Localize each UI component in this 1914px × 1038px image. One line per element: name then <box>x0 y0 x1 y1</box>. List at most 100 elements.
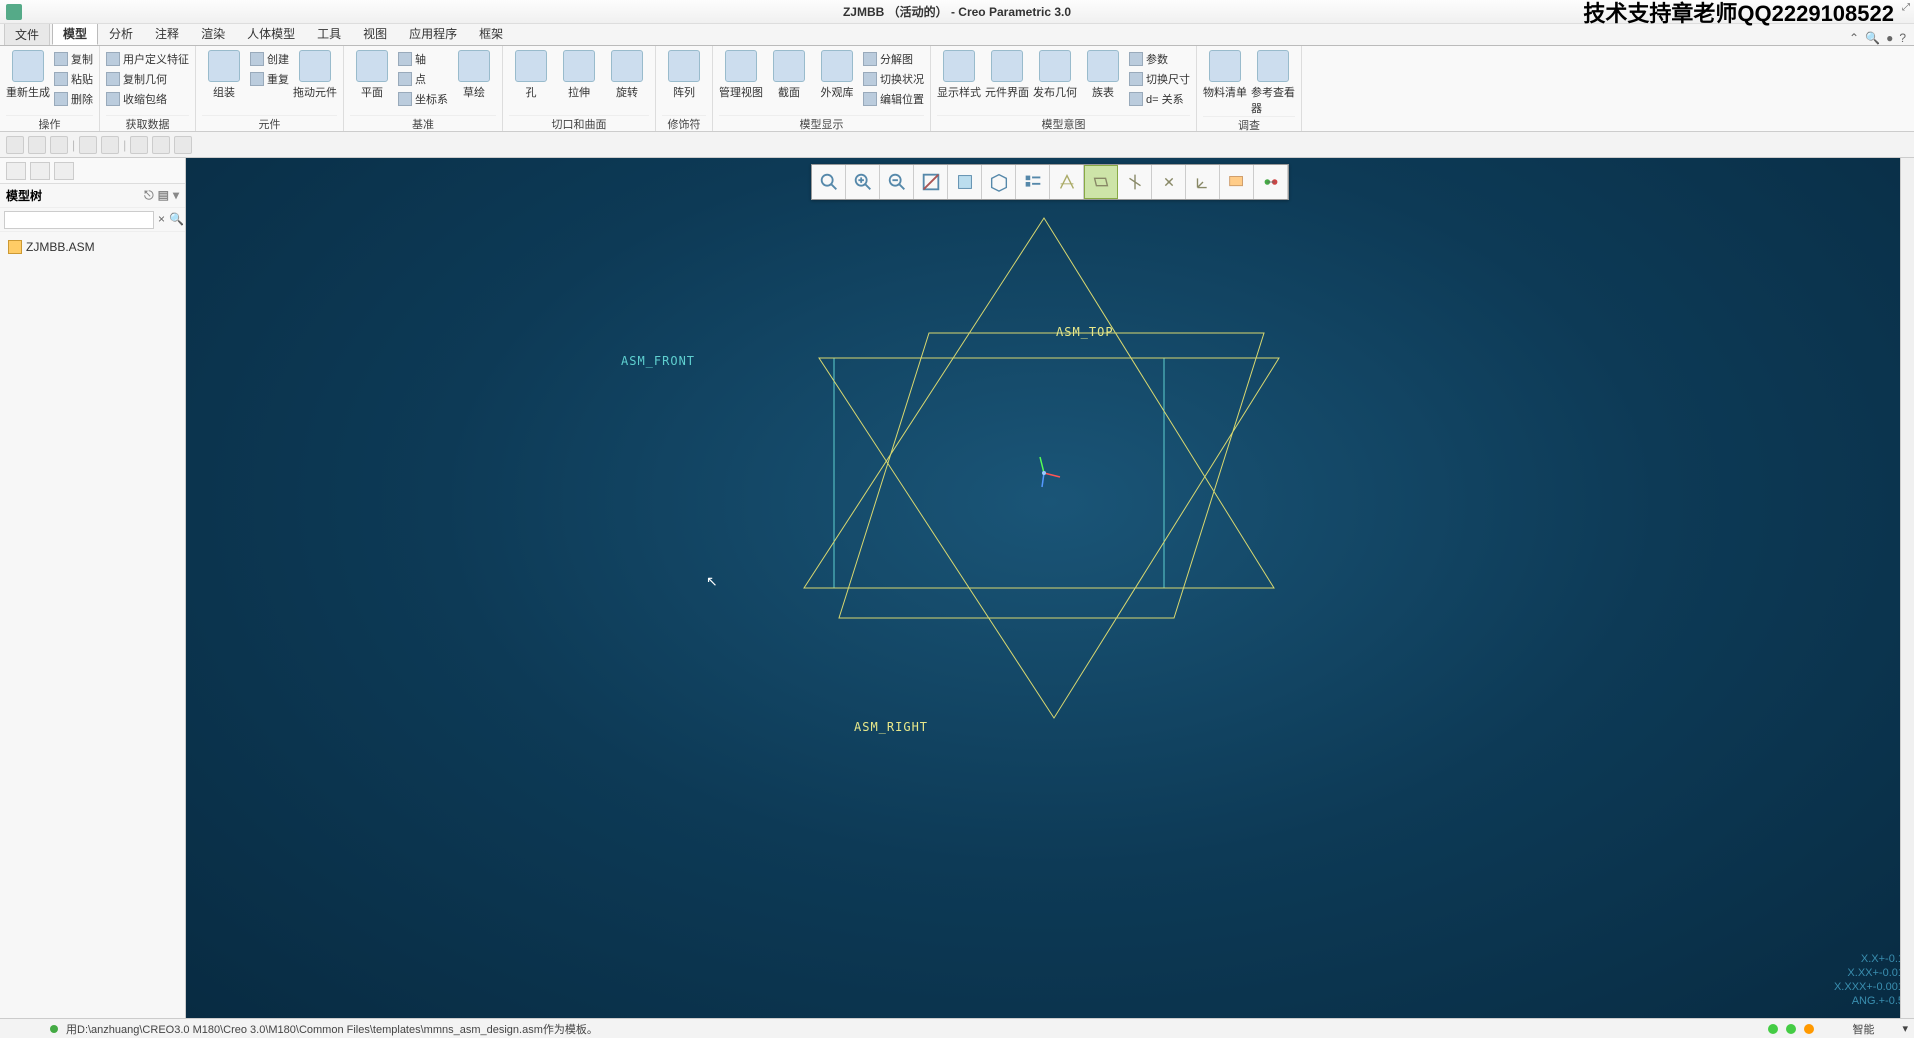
paste-button[interactable]: 粘贴 <box>54 70 93 88</box>
rib-group-modifiers: 阵列 修饰符 <box>656 46 713 131</box>
tab-manikin[interactable]: 人体模型 <box>236 21 306 45</box>
editpos-button[interactable]: 编辑位置 <box>863 90 924 108</box>
qat-redo-icon[interactable] <box>101 136 119 154</box>
datum-front-label: ASM_FRONT <box>621 354 695 368</box>
qat-undo-icon[interactable] <box>79 136 97 154</box>
regenerate-button[interactable]: 重新生成 <box>6 48 50 100</box>
nav-tab-tree-icon[interactable] <box>6 162 26 180</box>
qat-regen-icon[interactable] <box>130 136 148 154</box>
tree-settings-icon[interactable]: ⎋ <box>144 188 154 203</box>
tree-search-go-icon[interactable]: 🔍 <box>169 212 184 228</box>
tab-model[interactable]: 模型 <box>52 21 98 45</box>
graphics-viewport[interactable]: ASM_FRONT ASM_TOP ASM_RIGHT ↖ X.X+-0.1 X… <box>186 158 1914 1018</box>
tab-render[interactable]: 渲染 <box>190 21 236 45</box>
params-button[interactable]: 参数 <box>1129 50 1190 68</box>
ribbon-min-icon[interactable]: ⌃ <box>1849 31 1859 45</box>
tab-file[interactable]: 文件 <box>4 22 50 45</box>
delete-button[interactable]: 删除 <box>54 90 93 108</box>
rib-label-mod: 修饰符 <box>662 115 706 131</box>
tab-apps[interactable]: 应用程序 <box>398 21 468 45</box>
hole-button[interactable]: 孔 <box>509 48 553 100</box>
manage-views-button[interactable]: 管理视图 <box>719 48 763 100</box>
tree-show-icon[interactable]: ▤ <box>158 188 169 203</box>
rib-label-cutsurf: 切口和曲面 <box>509 115 649 131</box>
tab-tools[interactable]: 工具 <box>306 21 352 45</box>
tree-dd-icon[interactable]: ▾ <box>173 188 179 203</box>
help-icon[interactable]: ? <box>1899 31 1906 45</box>
tab-frame[interactable]: 框架 <box>468 21 514 45</box>
repeat-button[interactable]: 重复 <box>250 70 289 88</box>
window-title: ZJMBB （活动的） - Creo Parametric 3.0 <box>843 3 1071 20</box>
togglestate-button[interactable]: 切换状况 <box>863 70 924 88</box>
revolve-button[interactable]: 旋转 <box>605 48 649 100</box>
regenerate-label: 重新生成 <box>6 84 50 100</box>
rib-label-datum: 基准 <box>350 115 496 131</box>
copy-button[interactable]: 复制 <box>54 50 93 68</box>
qat-new-icon[interactable] <box>6 136 24 154</box>
plane-button[interactable]: 平面 <box>350 48 394 100</box>
shrinkwrap-button[interactable]: 收缩包络 <box>106 90 189 108</box>
qat-windows-icon[interactable] <box>152 136 170 154</box>
tree-search-clear-icon[interactable]: × <box>158 212 165 228</box>
tips-icon[interactable]: ● <box>1886 31 1893 45</box>
status-filter-label: 智能 <box>1852 1021 1874 1037</box>
status-led-green-icon <box>1768 1024 1778 1034</box>
rib-label-inv: 调查 <box>1203 116 1295 132</box>
family-button[interactable]: 族表 <box>1081 48 1125 100</box>
udf-button[interactable]: 用户定义特征 <box>106 50 189 68</box>
precision-readout: X.X+-0.1 X.XX+-0.01 X.XXX+-0.001 ANG.+-0… <box>1834 952 1904 1008</box>
tree-search-input[interactable] <box>4 211 154 229</box>
relations-button[interactable]: d= 关系 <box>1129 90 1190 108</box>
rib-group-investigate: 物料清单 参考查看器 调查 <box>1197 46 1302 131</box>
status-browser-icon[interactable] <box>28 1022 42 1036</box>
prec-l2: X.XX+-0.01 <box>1834 966 1904 980</box>
extrude-button[interactable]: 拉伸 <box>557 48 601 100</box>
search-icon[interactable]: 🔍 <box>1865 31 1880 45</box>
status-bar: 用D:\anzhuang\CREO3.0 M180\Creo 3.0\M180\… <box>0 1018 1914 1038</box>
status-led-orange-icon <box>1804 1024 1814 1034</box>
bom-button[interactable]: 物料清单 <box>1203 48 1247 100</box>
point-button[interactable]: 点 <box>398 70 448 88</box>
section-button[interactable]: 截面 <box>767 48 811 100</box>
nav-tab-folder-icon[interactable] <box>30 162 50 180</box>
watermark-text: 技术支持章老师QQ2229108522 <box>1583 0 1894 28</box>
close-icon[interactable]: ⤢ <box>1902 2 1910 13</box>
explode-button[interactable]: 分解图 <box>863 50 924 68</box>
switchdim-button[interactable]: 切换尺寸 <box>1129 70 1190 88</box>
drag-component-button[interactable]: 拖动元件 <box>293 48 337 100</box>
qat-open-icon[interactable] <box>28 136 46 154</box>
quick-access-toolbar: | | <box>0 132 1914 158</box>
appearance-button[interactable]: 外观库 <box>815 48 859 100</box>
tab-annotate[interactable]: 注释 <box>144 21 190 45</box>
rib-label-comp: 元件 <box>202 115 337 131</box>
title-right-controls: ⌃ 🔍 ● ? <box>1849 31 1914 45</box>
status-nav-icon[interactable] <box>6 1022 20 1036</box>
csys-button[interactable]: 坐标系 <box>398 90 448 108</box>
tree-root-item[interactable]: ZJMBB.ASM <box>6 238 179 256</box>
rib-group-component: 组装 创建 重复 拖动元件 元件 <box>196 46 344 131</box>
rib-label-intent: 模型意图 <box>937 115 1190 131</box>
create-button[interactable]: 创建 <box>250 50 289 68</box>
tab-analysis[interactable]: 分析 <box>98 21 144 45</box>
sketch-button[interactable]: 草绘 <box>452 48 496 100</box>
qat-sep2: | <box>123 138 126 152</box>
dispstyle-button[interactable]: 显示样式 <box>937 48 981 100</box>
right-collapsed-panel[interactable] <box>1900 158 1914 1018</box>
pattern-button[interactable]: 阵列 <box>662 48 706 100</box>
axis-button[interactable]: 轴 <box>398 50 448 68</box>
status-filter-dd-icon[interactable]: ▾ <box>1902 1022 1908 1035</box>
qat-save-icon[interactable] <box>50 136 68 154</box>
tab-view[interactable]: 视图 <box>352 21 398 45</box>
rib-group-intent: 显示样式 元件界面 发布几何 族表 参数 切换尺寸 d= 关系 模型意图 <box>931 46 1197 131</box>
refviewer-button[interactable]: 参考查看器 <box>1251 48 1295 116</box>
nav-tab-fav-icon[interactable] <box>54 162 74 180</box>
compiface-button[interactable]: 元件界面 <box>985 48 1029 100</box>
assemble-button[interactable]: 组装 <box>202 48 246 100</box>
copygeom-button[interactable]: 复制几何 <box>106 70 189 88</box>
publish-button[interactable]: 发布几何 <box>1033 48 1077 100</box>
model-tree[interactable]: ZJMBB.ASM <box>0 232 185 262</box>
qat-close-icon[interactable] <box>174 136 192 154</box>
rib-group-ops: 重新生成 复制 粘贴 删除 操作 <box>0 46 100 131</box>
rib-group-cutsurf: 孔 拉伸 旋转 切口和曲面 <box>503 46 656 131</box>
prec-l3: X.XXX+-0.001 <box>1834 980 1904 994</box>
